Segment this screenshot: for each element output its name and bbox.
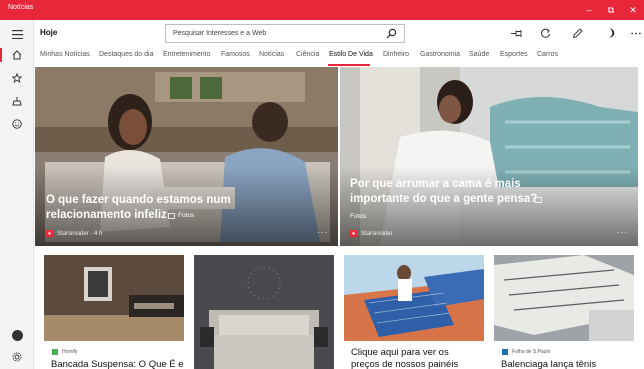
hero-1-headline: O que fazer quando estamos num relaciona… <box>46 193 231 223</box>
hero-1-more-button[interactable]: ··· <box>317 228 328 237</box>
tab-saude[interactable]: Saúde <box>469 51 489 58</box>
hero-2-headline-line1: Por que arrumar a cama é mais <box>350 178 521 190</box>
card-4-image <box>494 255 634 341</box>
card-4-source-label: Folha de S.Paulo <box>512 349 551 355</box>
nav-home-button[interactable] <box>7 45 27 65</box>
tab-minhas-noticias[interactable]: Minhas Notícias <box>40 51 90 58</box>
pin-button[interactable] <box>507 24 527 42</box>
active-tab-underline <box>328 64 370 66</box>
hero-2-source: ★ Starsinsider <box>350 230 393 237</box>
more-options-button[interactable] <box>626 24 644 42</box>
pin-icon <box>511 29 522 37</box>
pencil-icon <box>572 27 583 38</box>
nav-feedback-button[interactable] <box>7 114 27 134</box>
gear-icon <box>12 352 22 362</box>
ad-card[interactable]: Clique aqui para ver os preços de nossos… <box>344 255 484 369</box>
tab-carros[interactable]: Carros <box>537 51 558 58</box>
hero-2-source-label: Starsinsider <box>361 230 393 237</box>
left-rail <box>0 20 34 369</box>
moon-icon <box>609 28 615 38</box>
dark-mode-button[interactable] <box>600 24 620 42</box>
folha-logo-icon <box>502 349 508 355</box>
hero-1-source: ★ Starsinsider · 4 h <box>46 230 102 237</box>
hero-1-tag-label: Fotos <box>178 212 195 219</box>
tab-destaques[interactable]: Destaques do dia <box>99 51 153 58</box>
star-icon <box>12 73 22 83</box>
hero-1-headline-line2: relacionamento infeliz <box>46 209 167 221</box>
news-card-2[interactable] <box>194 255 334 369</box>
card-1-title: Bancada Suspensa: O Que É e <box>51 359 184 369</box>
hero-2-more-button[interactable]: ··· <box>617 228 628 237</box>
search-placeholder: Pesquisar Interesses e a Web <box>173 30 267 37</box>
news-card-1[interactable]: Homify Bancada Suspensa: O Que É e <box>44 255 184 369</box>
tab-ciencia[interactable]: Ciência <box>296 51 319 58</box>
hero-2-headline-line2: importante do que a gente pensa? <box>350 193 538 205</box>
hero-2-photo-tag <box>535 197 542 205</box>
card-1-source-label: Homify <box>62 349 78 355</box>
card-1-image <box>44 255 184 341</box>
hero-card-1[interactable]: O que fazer quando estamos num relaciona… <box>35 67 338 246</box>
hero-1-tag: Fotos <box>168 212 194 219</box>
smiley-icon <box>12 119 22 129</box>
active-indicator <box>0 48 2 62</box>
close-button[interactable]: ✕ <box>622 0 644 20</box>
window-title: Notícias <box>8 4 34 11</box>
tab-noticias[interactable]: Notícias <box>259 51 284 58</box>
source-logo-icon: ★ <box>350 230 357 237</box>
ad-card-title-line1: Clique aqui para ver os <box>351 347 449 358</box>
refresh-button[interactable] <box>535 24 555 42</box>
card-2-image <box>194 255 334 369</box>
maximize-button[interactable]: ⧉ <box>600 0 622 20</box>
category-tabs: Minhas Notícias Destaques do dia Entrete… <box>34 46 644 66</box>
hero-card-2[interactable]: Por que arrumar a cama é mais importante… <box>340 67 638 246</box>
source-logo-icon: ★ <box>46 230 53 237</box>
tab-famosos[interactable]: Famosos <box>221 51 250 58</box>
avatar-icon <box>11 329 23 341</box>
hero-1-headline-line1: O que fazer quando estamos num <box>46 194 231 206</box>
hero-2-tag-label: Fotos <box>350 213 367 220</box>
nav-local-button[interactable] <box>7 91 27 111</box>
tab-gastronomia[interactable]: Gastronomia <box>420 51 460 58</box>
nav-interests-button[interactable] <box>7 68 27 88</box>
hamburger-icon <box>11 29 23 39</box>
refresh-icon <box>540 28 550 38</box>
title-bar: Notícias – ⧉ ✕ <box>0 0 644 20</box>
edit-button[interactable] <box>567 24 587 42</box>
account-button[interactable] <box>7 325 27 345</box>
tab-estilo-de-vida[interactable]: Estilo De Vida <box>329 51 373 58</box>
tab-esportes[interactable]: Esportes <box>500 51 528 58</box>
settings-button[interactable] <box>7 347 27 367</box>
header: Hoje Pesquisar Interesses e a Web <box>34 20 644 46</box>
home-icon <box>12 50 22 60</box>
hero-1-source-label: Starsinsider · 4 h <box>57 230 103 237</box>
ad-card-image <box>344 255 484 341</box>
photo-icon <box>168 212 175 219</box>
card-4-title: Balenciaga lança tênis <box>501 359 597 369</box>
news-card-4[interactable]: Folha de S.Paulo Balenciaga lança tênis <box>494 255 634 369</box>
minimize-button[interactable]: – <box>578 0 600 20</box>
card-4-source: Folha de S.Paulo <box>502 349 550 355</box>
tab-dinheiro[interactable]: Dinheiro <box>383 51 409 58</box>
local-icon <box>12 97 22 106</box>
hero-2-headline: Por que arrumar a cama é mais importante… <box>350 177 537 207</box>
menu-button[interactable] <box>7 24 27 44</box>
card-1-source: Homify <box>52 349 78 355</box>
photo-icon <box>535 197 542 203</box>
page-title: Hoje <box>40 28 58 37</box>
search-input[interactable]: Pesquisar Interesses e a Web <box>165 24 405 43</box>
more-icon <box>631 32 641 34</box>
search-icon[interactable] <box>386 28 397 39</box>
ad-card-title-line2: preços de nossos painéis <box>351 359 459 369</box>
homify-logo-icon <box>52 349 58 355</box>
tab-entretenimento[interactable]: Entretenimento <box>163 51 210 58</box>
